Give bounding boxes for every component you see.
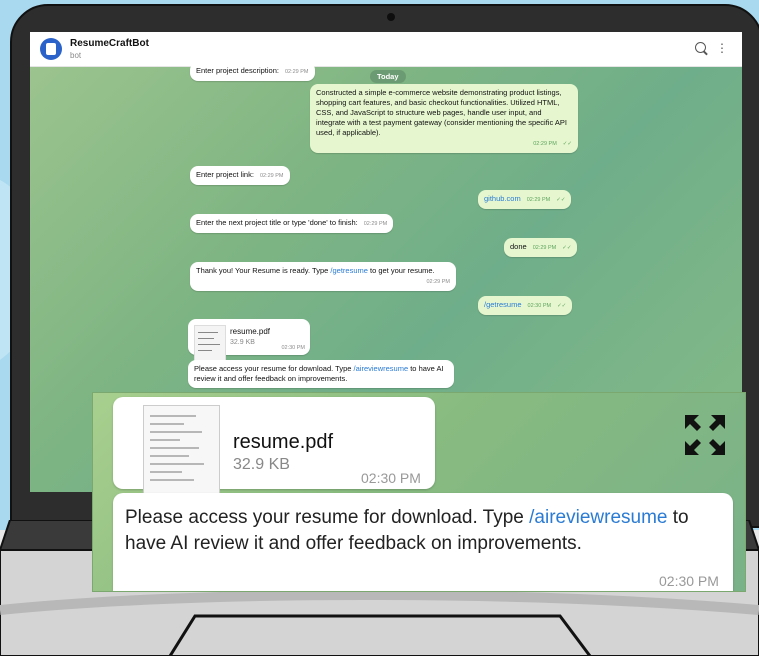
command-link[interactable]: /aireviewresume: [354, 364, 409, 373]
file-name[interactable]: resume.pdf: [230, 327, 270, 337]
bot-avatar[interactable]: [40, 38, 62, 60]
read-check-icon: ✓✓: [557, 303, 567, 309]
pdf-thumbnail: [194, 325, 226, 363]
kebab-menu-icon[interactable]: ⋮: [716, 42, 728, 54]
file-size: 32.9 KB: [230, 339, 255, 346]
message-incoming: Please access your resume for download. …: [188, 360, 454, 388]
file-message[interactable]: resume.pdf 32.9 KB 02:30 PM: [188, 319, 310, 363]
message-incoming: Enter project link: 02:29 PM: [190, 166, 290, 185]
search-icon[interactable]: [695, 42, 706, 53]
webcam: [387, 13, 395, 21]
read-check-icon: ✓✓: [562, 141, 572, 147]
message-incoming: Enter project description: 02:29 PM: [190, 62, 315, 81]
command-link[interactable]: /aireviewresume: [529, 507, 667, 528]
message-text: Please access your resume for download. …: [125, 507, 689, 554]
date-separator: Today: [370, 70, 406, 83]
file-size: 32.9 KB: [233, 456, 290, 473]
file-message-zoomed[interactable]: resume.pdf 32.9 KB 02:30 PM: [113, 397, 435, 495]
command-link[interactable]: /getresume: [484, 300, 522, 309]
read-check-icon: ✓✓: [562, 245, 572, 251]
bot-subtitle: bot: [70, 51, 82, 60]
message-outgoing: /getresume 02:30 PM ✓✓: [478, 296, 573, 315]
command-link[interactable]: /getresume: [330, 266, 368, 275]
message-outgoing: Constructed a simple e-commerce website …: [310, 84, 578, 153]
zoomed-detail-panel: resume.pdf 32.9 KB 02:30 PM Please acces…: [92, 392, 746, 592]
fullscreen-icon[interactable]: [683, 413, 727, 457]
read-check-icon: ✓✓: [556, 197, 566, 203]
pdf-thumbnail: [143, 405, 220, 495]
message-incoming: Enter the next project title or type 'do…: [190, 214, 394, 233]
message-outgoing: done 02:29 PM ✓✓: [504, 238, 578, 257]
chat-header: ResumeCraftBot bot ⋮: [30, 32, 742, 67]
message-time: 02:30 PM: [659, 573, 719, 589]
message-incoming: Thank you! Your Resume is ready. Type /g…: [190, 262, 456, 291]
message-outgoing: github.com 02:29 PM ✓✓: [478, 190, 572, 209]
file-name[interactable]: resume.pdf: [233, 431, 333, 454]
message-link[interactable]: github.com: [484, 194, 521, 203]
bot-name[interactable]: ResumeCraftBot: [70, 38, 149, 49]
message-time: 02:30 PM: [361, 470, 421, 486]
